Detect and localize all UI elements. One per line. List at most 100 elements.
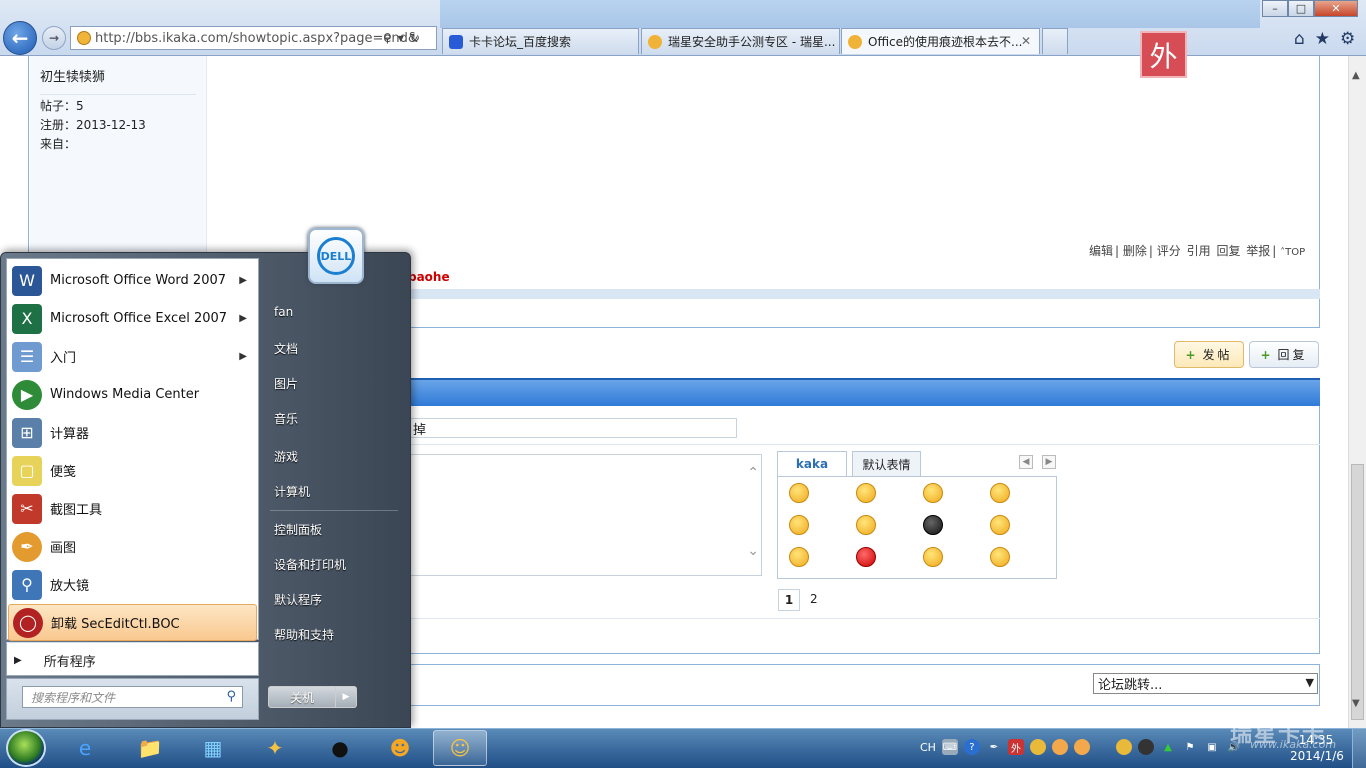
smiley-tab-kaka[interactable]: kaka: [777, 451, 847, 476]
pen-icon[interactable]: ✒: [986, 739, 1002, 755]
menu-item-calculator[interactable]: ⊞ 计算器: [8, 414, 257, 451]
start-right-fan[interactable]: fan: [274, 305, 293, 319]
smiley-icon[interactable]: [789, 547, 809, 567]
taskbar-qq[interactable]: ●: [313, 730, 367, 766]
qq-tray-icon[interactable]: [1137, 739, 1154, 755]
taskbar-app[interactable]: ▦: [186, 730, 240, 766]
smiley-icon[interactable]: [789, 515, 809, 535]
taskbar-ie-active[interactable]: ☺: [433, 730, 487, 766]
start-right-games[interactable]: 游戏: [274, 448, 298, 465]
menu-item-paint[interactable]: ✒ 画图: [8, 528, 257, 565]
quote-link[interactable]: 引用: [1187, 244, 1211, 258]
menu-item-sticky-notes[interactable]: ▢ 便笺: [8, 452, 257, 489]
menu-item-snipping-tool[interactable]: ✂ 截图工具: [8, 490, 257, 527]
reply-button[interactable]: + 回复: [1249, 341, 1319, 368]
user-icon[interactable]: [1073, 739, 1090, 755]
close-button[interactable]: ✕: [1314, 0, 1358, 17]
post-username[interactable]: 初生犊犊狮: [40, 66, 105, 85]
scroll-up-icon[interactable]: ▲: [1352, 70, 1360, 81]
taskbar-explorer[interactable]: 📁: [123, 730, 177, 766]
smiley-icon[interactable]: [856, 515, 876, 535]
home-icon[interactable]: ⌂: [1294, 29, 1305, 49]
menu-item-magnifier[interactable]: ⚲ 放大镜: [8, 566, 257, 603]
edit-link[interactable]: 编辑: [1089, 244, 1113, 258]
smiley-icon[interactable]: [990, 515, 1010, 535]
start-right-devices-printers[interactable]: 设备和打印机: [274, 556, 346, 573]
taskbar-ie[interactable]: e: [58, 730, 112, 766]
smiley-page-2[interactable]: 2: [810, 592, 818, 606]
tab-rising-forum[interactable]: 瑞星安全助手公测专区 - 瑞星...: [641, 28, 840, 54]
language-indicator[interactable]: CH: [920, 741, 936, 754]
help-icon[interactable]: ?: [963, 739, 980, 755]
new-post-button[interactable]: + 发帖: [1174, 341, 1244, 368]
refresh-icon[interactable]: ↻: [410, 31, 420, 45]
taskbar-chat[interactable]: ☻: [373, 730, 427, 766]
start-right-music[interactable]: 音乐: [274, 410, 298, 427]
menu-item-uninstall-seceditctl[interactable]: ◯ 卸载 SecEditCtl.BOC: [8, 604, 257, 641]
dropdown-icon[interactable]: ▾: [398, 31, 404, 45]
smiley-tab-default[interactable]: 默认表情: [852, 451, 921, 476]
textarea-scroll-up-icon[interactable]: ⌃: [747, 465, 759, 481]
rising-icon[interactable]: [1029, 739, 1046, 755]
scroll-thumb[interactable]: [1351, 464, 1364, 720]
vertical-scrollbar[interactable]: ▲ ▼: [1348, 56, 1366, 728]
smiley-icon[interactable]: [923, 515, 943, 535]
start-right-pictures[interactable]: 图片: [274, 375, 298, 392]
forum-jump-select[interactable]: 论坛跳转... ▼: [1093, 673, 1318, 694]
network-icon[interactable]: ▲: [1160, 739, 1176, 755]
settings-gear-icon[interactable]: ⚙: [1340, 29, 1355, 49]
search-icon[interactable]: ⚲: [383, 31, 392, 45]
address-bar[interactable]: http://bbs.ikaka.com/showtopic.aspx?page…: [70, 26, 437, 50]
tab-office-topic[interactable]: Office的使用痕迹根本去不... ✕: [841, 28, 1040, 54]
clock[interactable]: 14:35 2014/1/6: [1290, 732, 1344, 764]
menu-item-word[interactable]: W Microsoft Office Word 2007 ▶: [8, 262, 257, 299]
taskbar-bird[interactable]: ✦: [248, 730, 302, 766]
user-icon[interactable]: [1051, 739, 1068, 755]
menu-item-getting-started[interactable]: ☰ 入门 ▶: [8, 338, 257, 375]
start-right-computer[interactable]: 计算机: [274, 483, 310, 500]
reply-textarea[interactable]: ⌃ ⌄: [410, 454, 762, 576]
start-button[interactable]: [6, 729, 46, 767]
start-right-control-panel[interactable]: 控制面板: [274, 521, 322, 538]
minimize-button[interactable]: –: [1262, 0, 1288, 17]
user-picture[interactable]: DELL: [308, 228, 364, 284]
smiley-next-icon[interactable]: ▶: [1042, 455, 1056, 469]
all-programs-button[interactable]: ▶ 所有程序: [14, 651, 96, 670]
report-link[interactable]: 举报: [1246, 244, 1270, 258]
forward-button[interactable]: →: [42, 26, 66, 50]
new-tab-button[interactable]: [1042, 28, 1068, 54]
show-desktop-button[interactable]: [1352, 729, 1366, 768]
keyboard-icon[interactable]: ⌨: [941, 739, 958, 755]
smiley-icon[interactable]: [923, 483, 943, 503]
rate-link[interactable]: 评分: [1157, 244, 1181, 258]
back-button[interactable]: ←: [3, 21, 37, 55]
favorites-star-icon[interactable]: ★: [1315, 29, 1330, 49]
close-tab-icon[interactable]: ✕: [1021, 34, 1031, 48]
wai-icon[interactable]: 外: [1007, 739, 1024, 755]
scroll-down-icon[interactable]: ▼: [1352, 698, 1360, 709]
smiley-prev-icon[interactable]: ◀: [1019, 455, 1033, 469]
maximize-button[interactable]: □: [1288, 0, 1314, 17]
reply-title-input[interactable]: 掉: [410, 418, 737, 438]
smiley-icon[interactable]: [923, 547, 943, 567]
start-right-help-support[interactable]: 帮助和支持: [274, 626, 334, 643]
smiley-icon[interactable]: [856, 547, 876, 567]
smiley-icon[interactable]: [789, 483, 809, 503]
delete-link[interactable]: 删除: [1123, 244, 1147, 258]
smiley-icon[interactable]: [990, 483, 1010, 503]
tray-app-icon[interactable]: [1115, 739, 1132, 755]
start-right-documents[interactable]: 文档: [274, 340, 298, 357]
shutdown-options-button[interactable]: ▶: [336, 686, 357, 708]
start-search-input[interactable]: 搜索程序和文件 ⚲: [22, 686, 243, 708]
tab-baidu[interactable]: 卡卡论坛_百度搜索: [442, 28, 639, 54]
smiley-icon[interactable]: [856, 483, 876, 503]
shutdown-button[interactable]: 关机: [268, 686, 336, 708]
reply-link[interactable]: 回复: [1216, 244, 1240, 258]
smiley-icon[interactable]: [990, 547, 1010, 567]
start-right-default-programs[interactable]: 默认程序: [274, 591, 322, 608]
flag-icon[interactable]: ⚑: [1182, 739, 1198, 755]
monitor-icon[interactable]: ▣: [1204, 739, 1220, 755]
smiley-page-1[interactable]: 1: [778, 589, 800, 611]
menu-item-excel[interactable]: X Microsoft Office Excel 2007 ▶: [8, 300, 257, 337]
textarea-scroll-down-icon[interactable]: ⌄: [747, 543, 759, 559]
